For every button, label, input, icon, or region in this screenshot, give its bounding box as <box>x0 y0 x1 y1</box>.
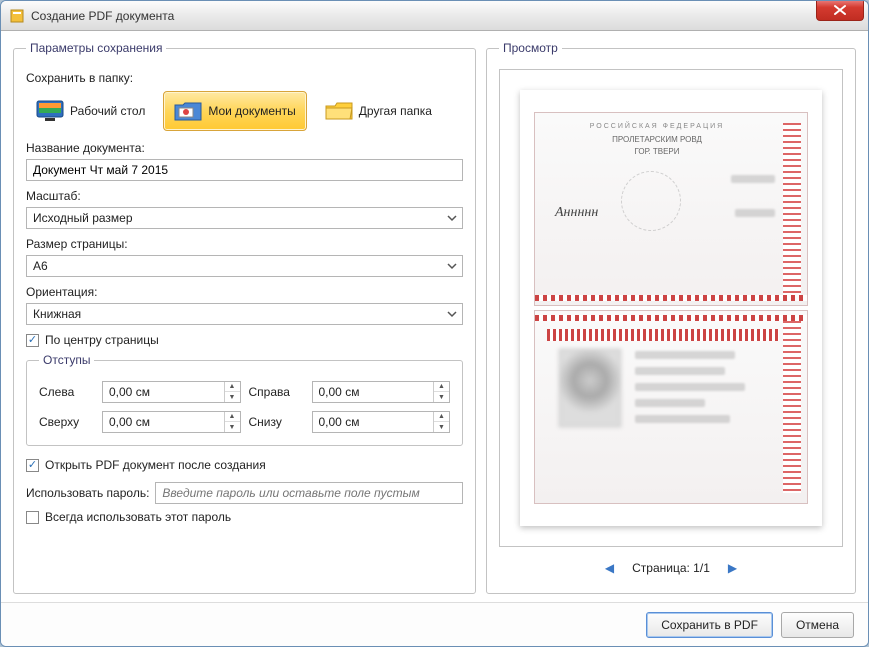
scale-label: Масштаб: <box>26 189 463 203</box>
margin-top-label: Сверху <box>39 415 94 429</box>
folder-desktop-label: Рабочий стол <box>70 104 145 118</box>
margin-bottom-input[interactable]: 0,00 см ▲▼ <box>312 411 451 433</box>
pager: ◀ Страница: 1/1 ▶ <box>499 555 843 581</box>
passport-line2: ПРОЛЕТАРСКИМ РОВД <box>535 135 779 144</box>
orientation-label: Ориентация: <box>26 285 463 299</box>
margin-top-input[interactable]: 0,00 см ▲▼ <box>102 411 241 433</box>
folder-other-label: Другая папка <box>359 104 432 118</box>
margins-legend: Отступы <box>39 353 94 367</box>
margins-group: Отступы Слева 0,00 см ▲▼ Справа 0,00 см … <box>26 353 463 446</box>
pagesize-select[interactable]: A6 <box>26 255 463 277</box>
margin-right-input[interactable]: 0,00 см ▲▼ <box>312 381 451 403</box>
spinner-up-icon[interactable]: ▲ <box>225 412 240 422</box>
folder-documents-label: Мои документы <box>208 104 295 118</box>
cancel-button[interactable]: Отмена <box>781 612 854 638</box>
passport-line3: ГОР. ТВЕРИ <box>535 147 779 156</box>
margin-right-label: Справа <box>249 385 304 399</box>
open-after-checkbox[interactable] <box>26 459 39 472</box>
always-password-label: Всегда использовать этот пароль <box>45 510 231 524</box>
spinner-down-icon[interactable]: ▼ <box>225 422 240 432</box>
open-after-label: Открыть PDF документ после создания <box>45 458 266 472</box>
spinner-up-icon[interactable]: ▲ <box>434 382 449 392</box>
folder-icon <box>325 100 353 122</box>
footer: Сохранить в PDF Отмена <box>1 602 868 646</box>
passport-bottom-half <box>534 310 808 504</box>
folder-other-button[interactable]: Другая папка <box>315 92 442 130</box>
close-button[interactable] <box>816 0 864 21</box>
chevron-down-icon <box>446 212 458 224</box>
app-icon <box>9 8 25 24</box>
save-pdf-button[interactable]: Сохранить в PDF <box>646 612 773 638</box>
prev-page-button[interactable]: ◀ <box>605 561 614 575</box>
center-page-label: По центру страницы <box>45 333 159 347</box>
signature: Аннннн <box>555 205 598 221</box>
spinner-down-icon[interactable]: ▼ <box>434 422 449 432</box>
margin-left-input[interactable]: 0,00 см ▲▼ <box>102 381 241 403</box>
passport-country: РОССИЙСКАЯ ФЕДЕРАЦИЯ <box>535 123 779 130</box>
always-password-checkbox[interactable] <box>26 511 39 524</box>
spinner-up-icon[interactable]: ▲ <box>434 412 449 422</box>
docname-label: Название документа: <box>26 141 463 155</box>
pagesize-value: A6 <box>33 259 48 273</box>
password-label: Использовать пароль: <box>26 486 149 500</box>
next-page-button[interactable]: ▶ <box>728 561 737 575</box>
docname-input[interactable] <box>26 159 463 181</box>
spinner-up-icon[interactable]: ▲ <box>225 382 240 392</box>
passport-top-half: РОССИЙСКАЯ ФЕДЕРАЦИЯ ПРОЛЕТАРСКИМ РОВД Г… <box>534 112 808 306</box>
center-page-checkbox[interactable] <box>26 334 39 347</box>
orientation-value: Книжная <box>33 307 81 321</box>
scale-value: Исходный размер <box>33 211 133 225</box>
preview-document: РОССИЙСКАЯ ФЕДЕРАЦИЯ ПРОЛЕТАРСКИМ РОВД Г… <box>520 90 822 526</box>
save-params-group: Параметры сохранения Сохранить в папку: … <box>13 41 476 594</box>
orientation-select[interactable]: Книжная <box>26 303 463 325</box>
margin-left-label: Слева <box>39 385 94 399</box>
pagesize-label: Размер страницы: <box>26 237 463 251</box>
window-title: Создание PDF документа <box>31 9 860 23</box>
save-params-legend: Параметры сохранения <box>26 41 166 55</box>
passport-photo <box>559 349 621 427</box>
folder-desktop-button[interactable]: Рабочий стол <box>26 92 155 130</box>
folder-documents-button[interactable]: Мои документы <box>163 91 306 131</box>
margin-bottom-label: Снизу <box>249 415 304 429</box>
preview-legend: Просмотр <box>499 41 562 55</box>
preview-area: РОССИЙСКАЯ ФЕДЕРАЦИЯ ПРОЛЕТАРСКИМ РОВД Г… <box>499 69 843 547</box>
desktop-icon <box>36 100 64 122</box>
chevron-down-icon <box>446 308 458 320</box>
stamp-icon <box>621 171 681 231</box>
spinner-down-icon[interactable]: ▼ <box>225 392 240 402</box>
preview-group: Просмотр РОССИЙСКАЯ ФЕДЕРАЦИЯ ПРОЛЕТАРСК… <box>486 41 856 594</box>
save-to-label: Сохранить в папку: <box>26 71 463 85</box>
documents-icon <box>174 100 202 122</box>
scale-select[interactable]: Исходный размер <box>26 207 463 229</box>
titlebar: Создание PDF документа <box>1 1 868 31</box>
spinner-down-icon[interactable]: ▼ <box>434 392 449 402</box>
page-indicator: Страница: 1/1 <box>632 561 710 575</box>
password-input[interactable] <box>155 482 463 504</box>
chevron-down-icon <box>446 260 458 272</box>
